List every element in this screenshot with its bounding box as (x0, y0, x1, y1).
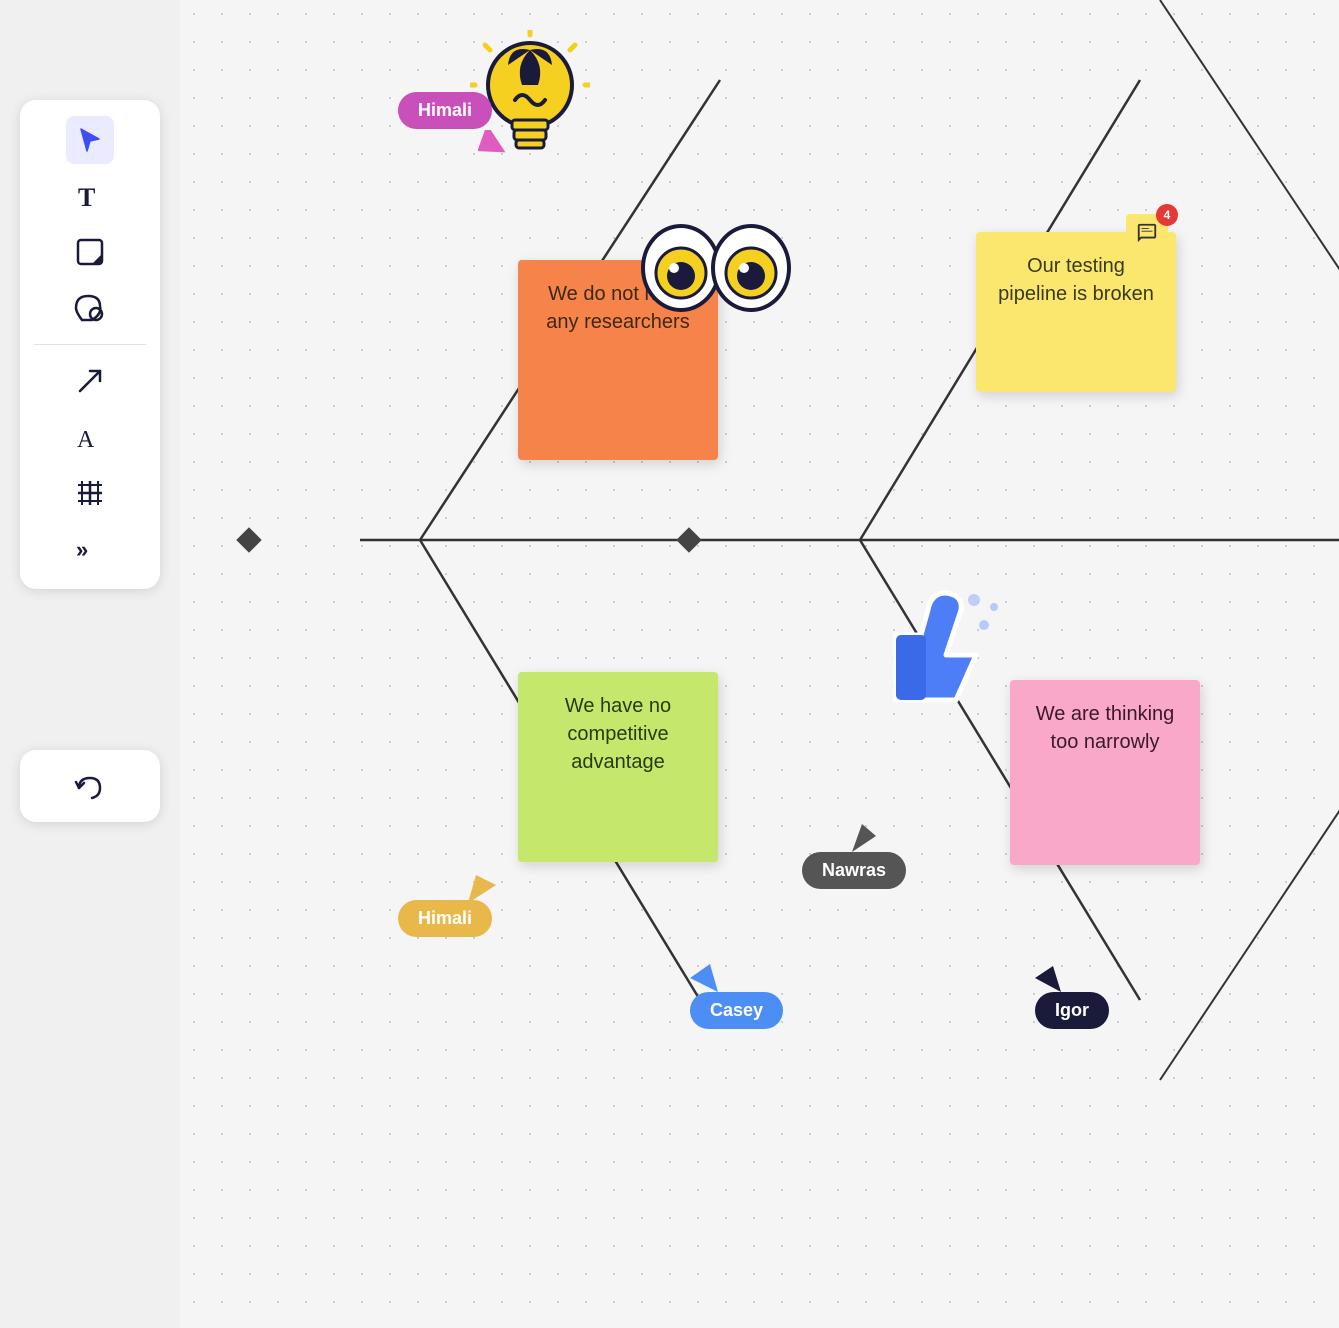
eyes-sticker (636, 218, 796, 333)
text-icon: T (76, 182, 104, 210)
himali-bottom-arrow (468, 875, 496, 903)
svg-text:T: T (78, 183, 95, 210)
svg-text:A: A (77, 427, 95, 451)
arrow-tool[interactable] (66, 357, 114, 405)
cursor-icon (78, 126, 102, 154)
frame-tool[interactable] (66, 469, 114, 517)
undo-button[interactable] (66, 762, 114, 810)
sticky-note-yellow[interactable]: 4 Our testing pipeline is broken (976, 232, 1176, 392)
svg-text:»: » (76, 539, 88, 559)
toolbar: T A (20, 100, 160, 589)
sticky-icon (76, 238, 104, 266)
shape-icon (74, 294, 106, 322)
sticky-note-green[interactable]: We have no competitive advantage (518, 672, 718, 862)
nawras-arrow (852, 824, 876, 852)
shape-tool[interactable] (66, 284, 114, 332)
thumbsup-sticker (866, 555, 1006, 728)
text-tool[interactable]: T (66, 172, 114, 220)
more-icon: » (76, 539, 104, 559)
comment-icon (1136, 222, 1158, 244)
more-tool[interactable]: » (66, 525, 114, 573)
eyes-svg (636, 218, 796, 318)
cursor-tool[interactable] (66, 116, 114, 164)
sticky-tool[interactable] (66, 228, 114, 276)
sticky-note-pink[interactable]: We are thinking too narrowly (1010, 680, 1200, 865)
diamond-node-right (676, 527, 701, 552)
comment-badge[interactable]: 4 (1126, 214, 1168, 252)
diamond-node-left (236, 527, 261, 552)
undo-icon (74, 772, 106, 800)
thumbsup-svg (866, 555, 1006, 715)
toolbar-divider-1 (34, 344, 146, 345)
font-tool[interactable]: A (66, 413, 114, 461)
himali-top-arrow (478, 130, 508, 160)
casey-arrow (690, 964, 718, 992)
canvas-area[interactable]: We do not have any researchers 4 Our tes… (180, 0, 1339, 1328)
undo-toolbar (20, 750, 160, 822)
arrow-icon (76, 367, 104, 395)
font-icon: A (76, 423, 104, 451)
frame-icon (76, 479, 104, 507)
igor-arrow (1035, 966, 1061, 992)
